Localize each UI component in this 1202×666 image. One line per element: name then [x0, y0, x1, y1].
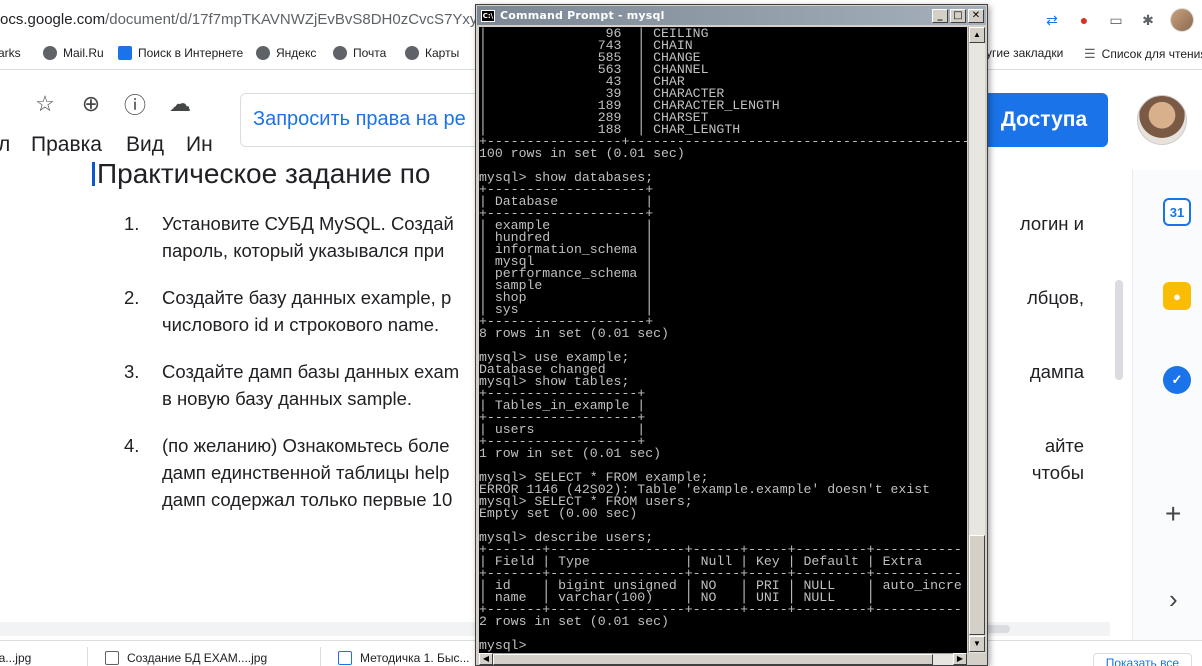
scroll-down-icon[interactable]: ▼: [969, 636, 985, 652]
bookmark-label: arks: [0, 46, 21, 60]
star-icon[interactable]: ☆: [32, 91, 58, 117]
cast-icon[interactable]: ▭: [1106, 10, 1126, 30]
calendar-icon[interactable]: 31: [1163, 198, 1191, 226]
maximize-button[interactable]: □: [950, 8, 966, 23]
request-access-button[interactable]: Доступа: [980, 93, 1108, 147]
item-text: Установите СУБД MySQL. Создай: [162, 213, 454, 234]
translate-icon[interactable]: ⇄: [1042, 10, 1062, 30]
word-file-icon: [338, 651, 352, 665]
bookmark-item[interactable]: arks: [0, 46, 21, 60]
globe-icon: [43, 46, 57, 60]
image-file-icon: [105, 651, 119, 665]
extensions-icon[interactable]: ✱: [1138, 10, 1158, 30]
bookmark-item[interactable]: Поиск в Интернете: [118, 46, 243, 60]
url-domain: ocs.google.com: [0, 11, 106, 28]
download-item[interactable]: Методичка 1. Быс...: [338, 651, 470, 665]
globe-icon: [256, 46, 270, 60]
request-access-field[interactable]: Запросить права на ре: [240, 93, 500, 147]
reading-list-icon: ☰: [1084, 46, 1096, 61]
bookmark-item[interactable]: ☰ Список для чтения: [1084, 46, 1202, 62]
document-heading: Практическое задание по: [92, 158, 430, 190]
calendar-day: 31: [1169, 204, 1185, 220]
tasks-icon[interactable]: ✓: [1163, 366, 1191, 394]
item-text-right: лбцов,: [1026, 287, 1084, 308]
bookmark-label: Почта: [353, 46, 387, 60]
list-number: 1.: [124, 213, 140, 234]
download-item[interactable]: ба...jpg: [0, 651, 31, 665]
divider: [320, 647, 321, 666]
mail-extension-icon[interactable]: ●: [1074, 10, 1094, 30]
divider: [87, 647, 88, 666]
command-prompt-window[interactable]: C:\ Command Prompt - mysql _ □ ✕ | 96 | …: [475, 4, 988, 666]
chevron-right-icon[interactable]: ›: [1169, 584, 1178, 615]
globe-icon: [333, 46, 347, 60]
info-icon[interactable]: ⓘ: [122, 91, 148, 118]
list-number: 3.: [124, 361, 140, 382]
item-text: Создайте дамп базы данных exam: [162, 361, 460, 382]
bookmark-item[interactable]: Яндекс: [256, 46, 316, 60]
bookmark-label: Яндекс: [276, 46, 317, 60]
download-label: Методичка 1. Быс...: [360, 651, 470, 665]
bookmark-item[interactable]: Почта: [333, 46, 386, 60]
scrollbar-thumb[interactable]: [1115, 280, 1123, 380]
cloud-status-icon[interactable]: ☁: [167, 91, 193, 117]
bookmark-item[interactable]: Карты: [405, 46, 459, 60]
request-access-text: Запросить права на ре: [253, 108, 466, 130]
heading-text: Практическое задание по: [97, 158, 431, 189]
text-cursor: [92, 162, 95, 186]
url-path: /document/d/17f7mpTKAVNWZjEvBvS8DH0zCvcS…: [105, 11, 531, 28]
bookmark-label: Карты: [425, 46, 460, 60]
scroll-left-icon[interactable]: ◀: [479, 653, 493, 665]
item-text: Создайте базу данных example, р: [162, 287, 452, 308]
bookmark-label: угие закладки: [986, 46, 1064, 60]
window-title: Command Prompt - mysql: [500, 9, 665, 22]
document-vertical-scrollbar[interactable]: [1110, 260, 1130, 400]
add-addon-icon[interactable]: +: [1165, 498, 1181, 530]
show-all-downloads-button[interactable]: Показать все: [1092, 653, 1192, 666]
side-panel: 31 ● ✓ + ›: [1132, 170, 1202, 640]
item-text-right: логин и: [1019, 213, 1084, 234]
bookmark-label: Поиск в Интернете: [138, 46, 244, 60]
browser-toolbar-icons: ⇄ ● ▭ ✱: [1042, 8, 1194, 32]
item-text: дамп единственной таблицы help: [162, 462, 450, 483]
console-text: | 96 | CEILING | 743 | CHAIN | 585 | CHA…: [479, 27, 967, 653]
search-icon: [118, 46, 132, 60]
list-number: 2.: [124, 287, 140, 308]
bookmark-item[interactable]: Mail.Ru: [43, 46, 104, 60]
bookmark-label: Mail.Ru: [63, 46, 104, 60]
menu-file[interactable]: л: [0, 133, 10, 157]
minimize-button[interactable]: _: [932, 8, 948, 23]
item-text: (по желанию) Ознакомьтесь боле: [162, 435, 450, 456]
menu-edit[interactable]: Правка: [31, 133, 102, 157]
bookmark-item[interactable]: угие закладки: [986, 46, 1063, 60]
item-text-right: айте: [1044, 435, 1084, 456]
scrollbar-thumb[interactable]: [493, 654, 933, 665]
scroll-right-icon[interactable]: ▶: [953, 653, 967, 665]
profile-avatar[interactable]: [1170, 8, 1194, 32]
url-field[interactable]: ocs.google.com/document/d/17f7mpTKAVNWZj…: [0, 11, 531, 28]
console-vertical-scrollbar[interactable]: ▲ ▼: [968, 27, 985, 653]
scrollbar-thumb[interactable]: [969, 535, 985, 635]
list-number: 4.: [124, 435, 140, 456]
move-to-folder-icon[interactable]: ⊕: [78, 91, 104, 117]
console-app-icon: C:\: [481, 9, 495, 22]
scroll-up-icon[interactable]: ▲: [969, 27, 985, 43]
account-avatar[interactable]: [1137, 95, 1187, 145]
window-titlebar[interactable]: C:\ Command Prompt - mysql _ □ ✕: [477, 6, 986, 25]
item-text-right: дампа: [1029, 361, 1084, 382]
console-horizontal-scrollbar[interactable]: ◀ ▶: [479, 653, 967, 665]
globe-icon: [405, 46, 419, 60]
close-button[interactable]: ✕: [968, 8, 984, 23]
console-output[interactable]: | 96 | CEILING | 743 | CHAIN | 585 | CHA…: [479, 27, 967, 653]
download-label: Создание БД EXAM....jpg: [127, 651, 268, 665]
bookmark-label: Список для чтения: [1101, 47, 1202, 61]
download-item[interactable]: Создание БД EXAM....jpg: [105, 651, 267, 665]
keep-icon[interactable]: ●: [1163, 282, 1191, 310]
item-text-right: чтобы: [1031, 462, 1084, 483]
menu-view[interactable]: Вид: [126, 133, 164, 157]
download-label: ба...jpg: [0, 651, 32, 665]
menu-insert[interactable]: Ин: [186, 133, 213, 157]
